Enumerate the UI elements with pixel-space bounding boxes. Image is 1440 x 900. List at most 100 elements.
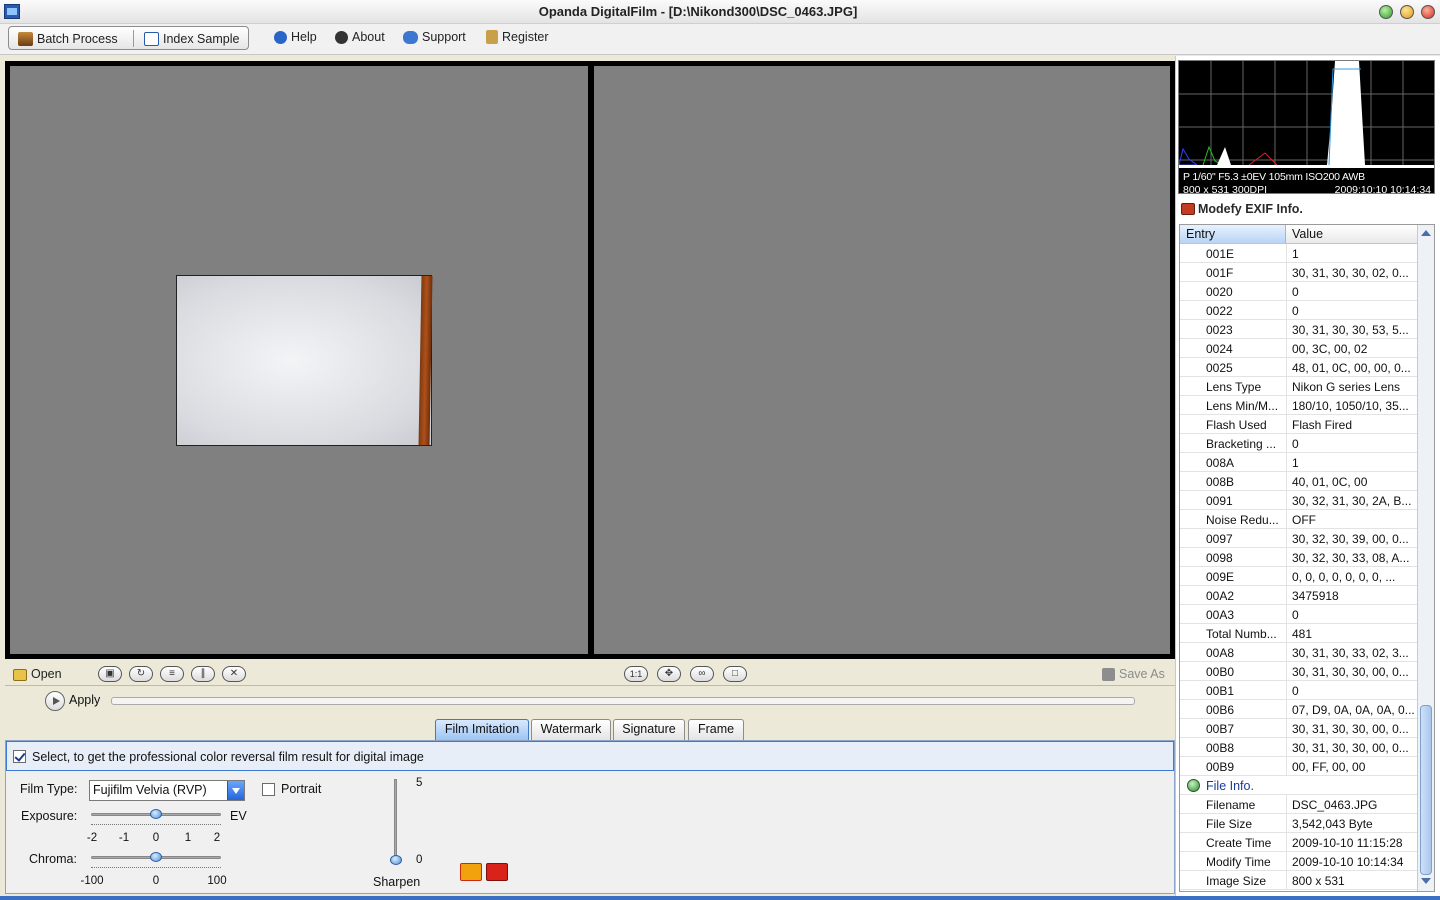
exif-column-divider [1286, 757, 1287, 776]
save-as-button[interactable]: Save As [1102, 665, 1165, 683]
compare-view-button[interactable]: ▣ [98, 666, 122, 682]
sharpen-slider-thumb[interactable] [390, 855, 402, 865]
file-info-row[interactable]: Filename DSC_0463.JPG [1180, 795, 1417, 814]
tab-frame[interactable]: Frame [688, 719, 744, 740]
exif-row[interactable]: 008B 40, 01, 0C, 00 [1180, 472, 1417, 491]
preview-image-panel[interactable] [594, 66, 1170, 654]
sharpen-slider[interactable] [394, 779, 397, 863]
chroma-label: Chroma: [29, 852, 77, 866]
tab-signature[interactable]: Signature [613, 719, 685, 740]
zoom-1to1-button[interactable]: 1:1 [624, 666, 648, 682]
minimize-button[interactable] [1379, 5, 1393, 19]
exif-row[interactable]: 00B0 30, 31, 30, 30, 00, 0... [1180, 662, 1417, 681]
portrait-checkbox[interactable] [262, 783, 275, 796]
exif-row[interactable]: 0025 48, 01, 0C, 00, 00, 0... [1180, 358, 1417, 377]
exif-row[interactable]: 0098 30, 32, 30, 33, 08, A... [1180, 548, 1417, 567]
exif-column-divider [1286, 795, 1287, 814]
exif-row[interactable]: 00A2 3475918 [1180, 586, 1417, 605]
exif-row[interactable]: 00A8 30, 31, 30, 33, 02, 3... [1180, 643, 1417, 662]
exif-row[interactable]: 0024 00, 3C, 00, 02 [1180, 339, 1417, 358]
tab-watermark[interactable]: Watermark [531, 719, 611, 740]
batch-process-button[interactable]: Batch Process [18, 30, 118, 48]
exif-column-divider [1286, 586, 1287, 605]
exposure-tick-label: 2 [213, 832, 221, 844]
adjust-button[interactable]: ≡ [160, 666, 184, 682]
exif-row[interactable]: 00B6 07, D9, 0A, 0A, 0A, 0... [1180, 700, 1417, 719]
exif-entry: Noise Redu... [1206, 513, 1279, 527]
register-button[interactable]: Register [486, 28, 549, 46]
chevron-down-icon[interactable] [227, 781, 244, 800]
exif-value: 0, 0, 0, 0, 0, 0, 0, ... [1292, 570, 1396, 584]
exif-row[interactable]: 008A 1 [1180, 453, 1417, 472]
exif-scrollbar[interactable] [1417, 225, 1434, 891]
apply-label[interactable]: Apply [69, 693, 100, 707]
open-button[interactable]: Open [13, 665, 62, 683]
exif-row[interactable]: Flash Used Flash Fired [1180, 415, 1417, 434]
rotate-icon: ↻ [136, 668, 146, 679]
exif-column-value[interactable]: Value [1287, 225, 1417, 243]
chroma-slider-thumb[interactable] [150, 852, 162, 862]
exposure-slider-thumb[interactable] [150, 809, 162, 819]
film-enable-checkbox[interactable] [13, 750, 26, 763]
file-info-group[interactable]: File Info. [1180, 776, 1417, 795]
exif-entry: Bracketing ... [1206, 437, 1277, 451]
exif-column-divider [1286, 662, 1287, 681]
exif-row[interactable]: 00B7 30, 31, 30, 30, 00, 0... [1180, 719, 1417, 738]
exif-row[interactable]: 00B9 00, FF, 00, 00 [1180, 757, 1417, 776]
exif-row[interactable]: 00A3 0 [1180, 605, 1417, 624]
exif-row[interactable]: Lens Type Nikon G series Lens [1180, 377, 1417, 396]
exif-row[interactable]: 0022 0 [1180, 301, 1417, 320]
file-info-row[interactable]: Image Size 800 x 531 [1180, 871, 1417, 890]
rotate-button[interactable]: ↻ [129, 666, 153, 682]
film-type-select[interactable]: Fujifilm Velvia (RVP) [89, 780, 245, 801]
exif-row[interactable]: 001E 1 [1180, 244, 1417, 263]
maximize-button[interactable] [1400, 5, 1414, 19]
exif-value: OFF [1292, 513, 1316, 527]
close-button[interactable] [1421, 5, 1435, 19]
exif-row[interactable]: 009E 0, 0, 0, 0, 0, 0, 0, ... [1180, 567, 1417, 586]
fullscreen-button[interactable]: □ [723, 666, 747, 682]
exif-entry: 0091 [1206, 494, 1233, 508]
exif-column-entry[interactable]: Entry [1180, 225, 1286, 243]
exif-row[interactable]: Total Numb... 481 [1180, 624, 1417, 643]
exif-row[interactable]: 00B8 30, 31, 30, 30, 00, 0... [1180, 738, 1417, 757]
file-info-row[interactable]: File Size 3,542,043 Byte [1180, 814, 1417, 833]
exif-row[interactable]: 0091 30, 32, 31, 30, 2A, B... [1180, 491, 1417, 510]
file-info-row[interactable]: Create Time 2009-10-10 11:15:28 [1180, 833, 1417, 852]
image-edge-detail [418, 276, 433, 445]
clear-button[interactable]: ✕ [222, 666, 246, 682]
tab-film-imitation[interactable]: Film Imitation [435, 719, 529, 740]
exif-row[interactable]: 0097 30, 32, 30, 39, 00, 0... [1180, 529, 1417, 548]
exif-row[interactable]: Lens Min/M... 180/10, 1050/10, 35... [1180, 396, 1417, 415]
scroll-down-icon[interactable] [1420, 875, 1432, 887]
exif-row[interactable]: 001F 30, 31, 30, 30, 02, 0... [1180, 263, 1417, 282]
fujifilm-logo-icon[interactable] [486, 863, 508, 881]
exif-entry: 00B9 [1206, 760, 1235, 774]
sharpen-label: Sharpen [373, 875, 421, 889]
exif-row[interactable]: Noise Redu... OFF [1180, 510, 1417, 529]
support-button[interactable]: Support [403, 28, 466, 46]
help-button[interactable]: Help [274, 28, 317, 46]
file-info-value: 3,542,043 Byte [1292, 817, 1373, 831]
original-image-panel[interactable] [10, 66, 588, 654]
histogram: P 1/60" F5.3 ±0EV 105mm ISO200 AWB 800 x… [1178, 60, 1435, 194]
fit-button[interactable]: ✥ [657, 666, 681, 682]
modify-exif-title[interactable]: Modefy EXIF Info. [1198, 202, 1303, 216]
apply-play-button[interactable] [45, 691, 65, 711]
scrollbar-thumb[interactable] [1420, 705, 1432, 875]
about-button[interactable]: About [335, 28, 385, 46]
link-view-button[interactable]: ∞ [690, 666, 714, 682]
exif-column-divider [1286, 605, 1287, 624]
kodak-logo-icon[interactable] [460, 863, 482, 881]
scroll-up-icon[interactable] [1420, 227, 1432, 239]
split-view-button[interactable]: ∥ [191, 666, 215, 682]
file-info-row[interactable]: Modify Time 2009-10-10 10:14:34 [1180, 852, 1417, 871]
exif-table: Entry Value 001E 1 001F 30, 31, 30, 30, 02,… [1179, 224, 1435, 892]
exif-row[interactable]: 00B1 0 [1180, 681, 1417, 700]
exif-row[interactable]: Bracketing ... 0 [1180, 434, 1417, 453]
exif-row[interactable]: 0020 0 [1180, 282, 1417, 301]
exif-row[interactable]: 0023 30, 31, 30, 30, 53, 5... [1180, 320, 1417, 339]
exif-entry: 0022 [1206, 304, 1233, 318]
index-sample-button[interactable]: Index Sample [144, 30, 239, 48]
exif-column-divider [1286, 301, 1287, 320]
